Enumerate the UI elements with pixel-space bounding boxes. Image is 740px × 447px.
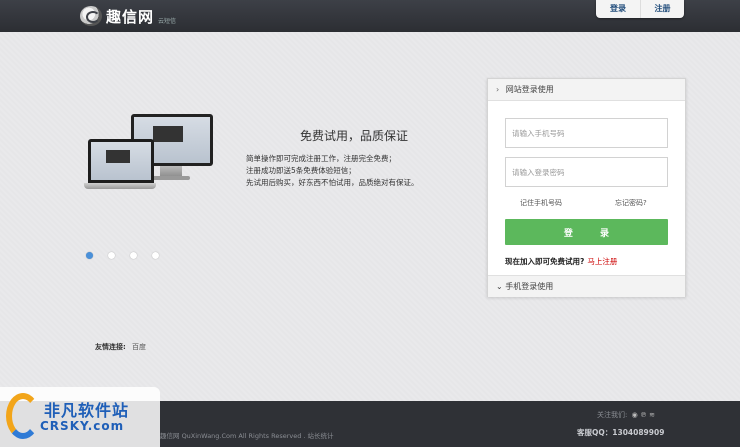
service-qq: 客服QQ：1304089909: [577, 428, 665, 437]
laptop-image: [88, 139, 154, 183]
mobile-login-header-label: 手机登录使用: [505, 282, 554, 291]
devices-illustration: [84, 113, 214, 203]
watermark-en: CRSKY.com: [40, 419, 125, 433]
friend-links-label: 友情连接:: [95, 343, 126, 351]
login-panel: › 网站登录使用 记住手机号码 忘记密码? 登 录 现在加入即可免费试用?马上注…: [487, 78, 686, 297]
forgot-password-link[interactable]: 忘记密码?: [615, 198, 647, 208]
trial-prompt: 现在加入即可免费试用? 马上注册: [505, 256, 617, 267]
follow-us: 关注我们: ◉ ℗ ≋: [597, 410, 655, 420]
carousel-dot-1[interactable]: [86, 252, 93, 259]
auth-tabs: 登录 注册: [596, 0, 684, 18]
carousel-dot-2[interactable]: [108, 252, 115, 259]
rss-icon[interactable]: ≋: [649, 411, 655, 419]
weibo-icon[interactable]: ◉: [632, 411, 638, 419]
logo-icon: [80, 6, 102, 26]
login-button[interactable]: 登 录: [505, 219, 668, 245]
phone-input[interactable]: [505, 118, 668, 148]
logo-subtitle: 云短信: [158, 17, 177, 25]
web-login-header-label: 网站登录使用: [505, 85, 554, 94]
web-login-header[interactable]: › 网站登录使用: [488, 79, 685, 101]
top-bar: 趣信网 云短信 登录 注册: [0, 0, 740, 32]
follow-label: 关注我们:: [597, 411, 628, 419]
promo-line: 先试用后购买，好东西不怕试用，品质绝对有保证。: [246, 178, 419, 187]
tencent-weibo-icon[interactable]: ℗: [640, 411, 647, 419]
crsky-watermark: 非凡软件站 CRSKY.com: [0, 387, 160, 447]
friend-link-baidu[interactable]: 百度: [132, 343, 146, 351]
login-tab[interactable]: 登录: [596, 0, 640, 18]
chevron-right-icon: ›: [496, 85, 500, 94]
mobile-login-header[interactable]: ⌄ 手机登录使用: [488, 275, 685, 297]
register-now-link[interactable]: 马上注册: [587, 257, 617, 266]
carousel-dots: [86, 252, 159, 259]
site-logo[interactable]: 趣信网 云短信: [80, 4, 176, 28]
remember-phone-link[interactable]: 记住手机号码: [520, 198, 562, 208]
watermark-cn: 非凡软件站: [44, 401, 130, 420]
friend-links: 友情连接: 百度: [95, 342, 146, 352]
watermark-logo-icon: [6, 393, 40, 439]
promo-line: 注册成功即送5条免费体验短信；: [246, 166, 356, 175]
chevron-down-icon: ⌄: [496, 282, 503, 291]
promo-description: 简单操作即可完成注册工作，注册完全免费； 注册成功即送5条免费体验短信； 先试用…: [246, 153, 419, 189]
register-tab[interactable]: 注册: [640, 0, 684, 18]
logo-text: 趣信网: [106, 7, 155, 26]
trial-text: 现在加入即可免费试用?: [505, 257, 585, 266]
promo-line: 简单操作即可完成注册工作，注册完全免费；: [246, 154, 396, 163]
password-input[interactable]: [505, 157, 668, 187]
promo-title: 免费试用，品质保证: [300, 129, 409, 143]
copyright-text: 趣信网 QuXinWang.Com All Rights Reserved . …: [160, 432, 334, 440]
carousel-dot-3[interactable]: [130, 252, 137, 259]
carousel-dot-4[interactable]: [152, 252, 159, 259]
